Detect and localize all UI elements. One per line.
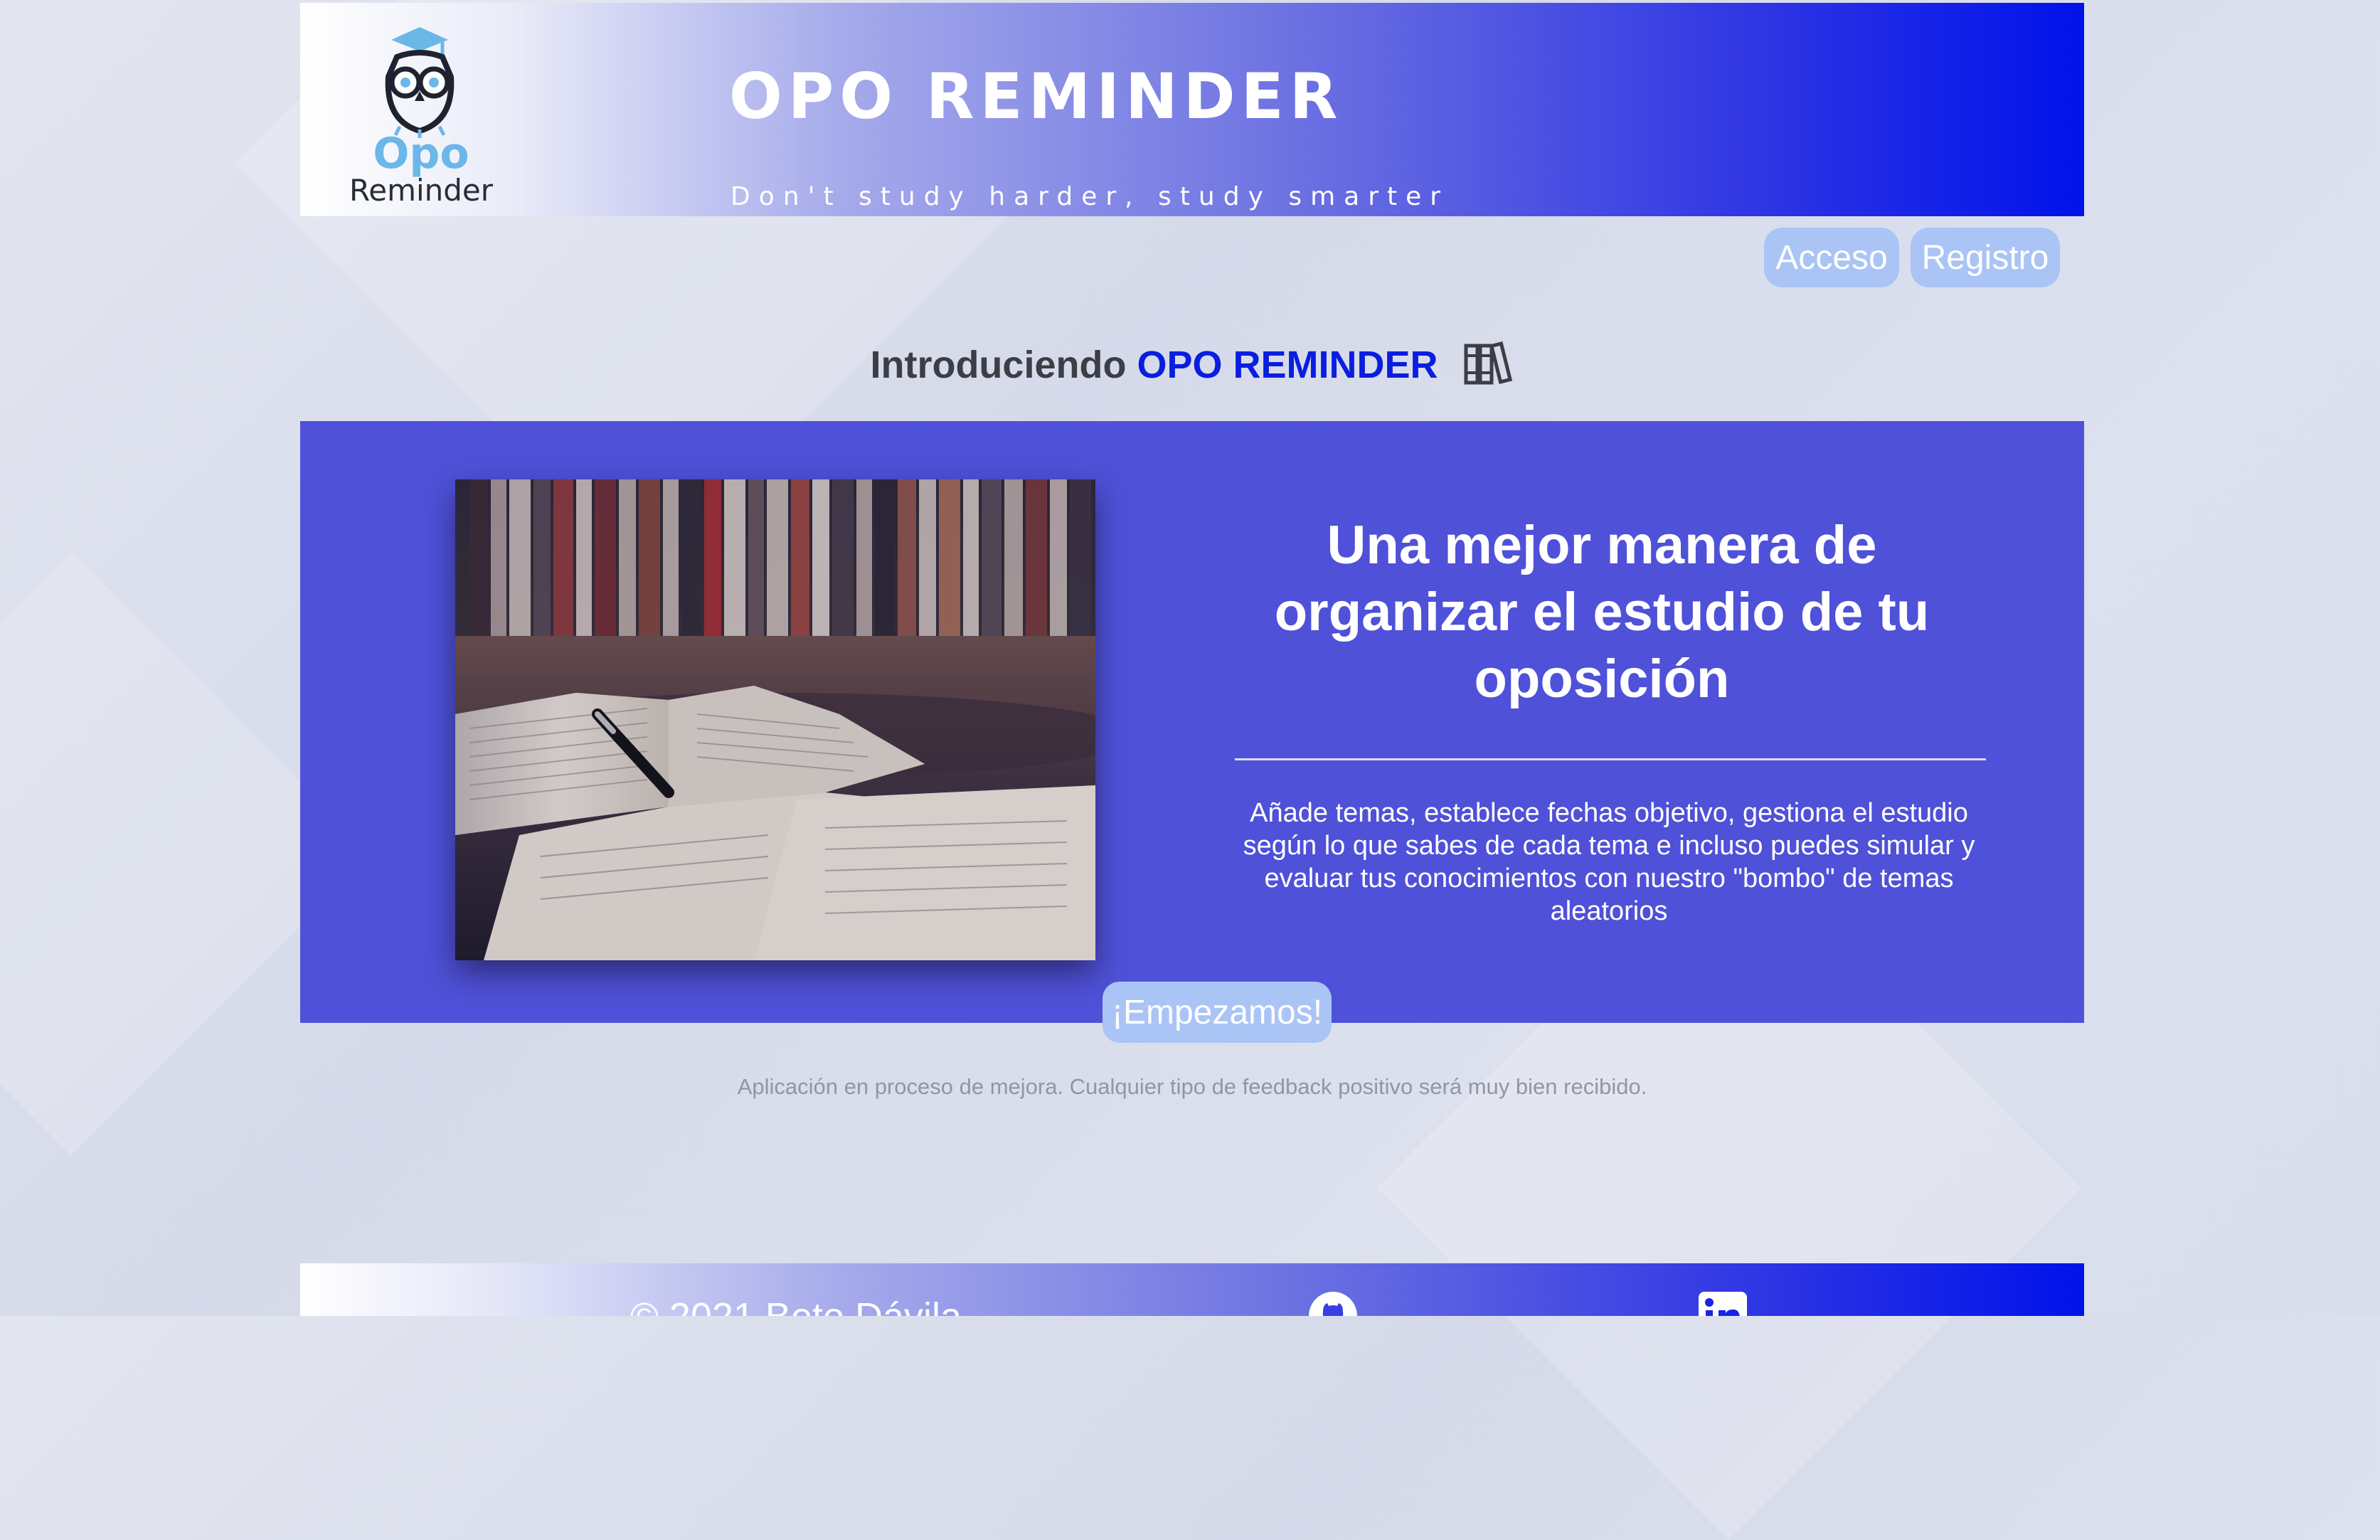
books-icon [1463,340,1514,395]
logo-text-opo: Opo [373,129,469,179]
linkedin-icon[interactable] [1697,1290,1748,1316]
hero-section: Una mejor manera de organizar el estudio… [300,421,2084,1023]
github-icon[interactable] [1307,1290,1359,1316]
hero-image [455,479,1095,960]
hero-description: Añade temas, establece fechas objetivo, … [1243,798,1975,926]
footer: © 2021 Beto Dávila [300,1263,2084,1316]
intro-brand: OPO REMINDER [1137,343,1438,386]
copyright: © 2021 Beto Dávila [630,1295,962,1316]
feedback-notice: Aplicación en proceso de mejora. Cualqui… [737,1074,1647,1099]
owl-icon [385,27,455,138]
open-books-photo [455,479,1095,960]
intro-prefix: Introduciendo [870,343,1127,386]
logo-text-reminder: Reminder [349,173,494,206]
hero-heading: Una mejor manera de organizar el estudio… [1274,515,1930,709]
tagline: Don't study harder, study smarter [731,182,1450,211]
start-button[interactable]: ¡Empezamos! [1103,982,1332,1043]
site-title: OPO REMINDER [729,60,1344,133]
intro-heading: Introduciendo OPO REMINDER [300,340,2084,395]
logo[interactable]: Opo Reminder [329,20,514,206]
register-button[interactable]: Registro [1911,228,2060,287]
login-button[interactable]: Acceso [1764,228,1899,287]
divider [1235,758,1986,760]
header: Opo Reminder OPO REMINDER Don't study ha… [300,3,2084,216]
